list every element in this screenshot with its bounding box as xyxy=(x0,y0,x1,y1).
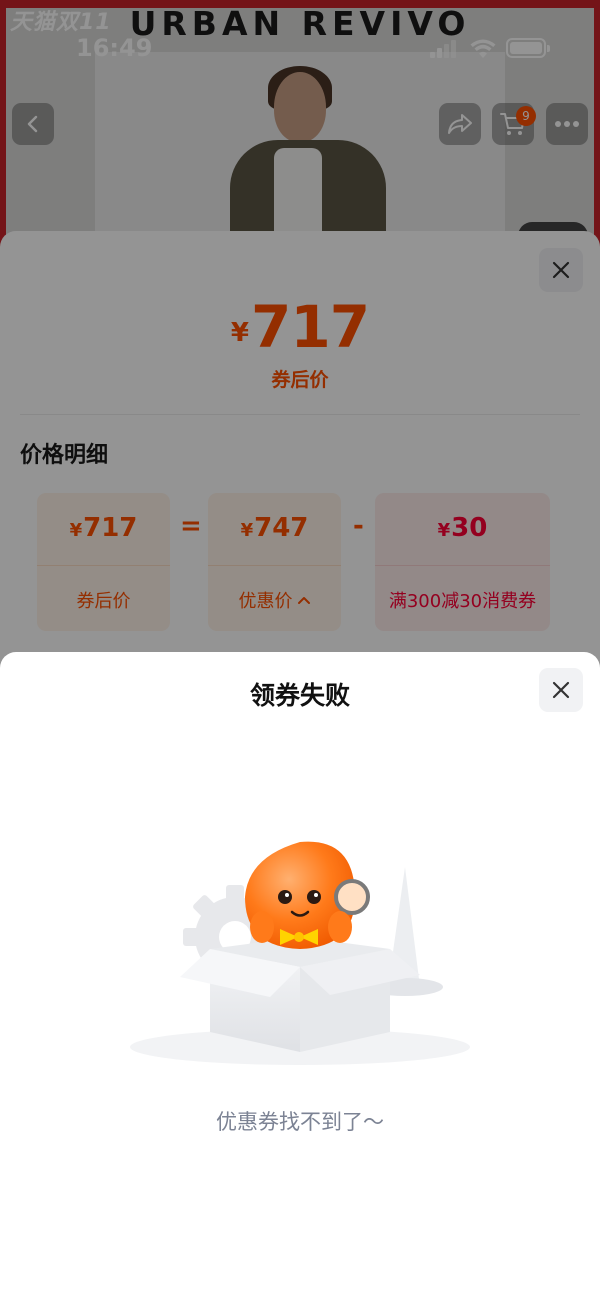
empty-state-illustration xyxy=(130,841,470,1065)
close-button[interactable] xyxy=(539,668,583,712)
close-icon xyxy=(552,681,570,699)
mascot-icon xyxy=(245,841,370,949)
coupon-fail-sheet: 领券失败 优惠券找不到了～ xyxy=(0,652,600,1304)
sheet-title: 领券失败 xyxy=(249,681,350,710)
empty-state-message: 优惠券找不到了～ xyxy=(216,1110,384,1134)
screen: URBAN REVIVO 天猫双11 16:49 9 ¥717 券后价 价格明细… xyxy=(0,0,600,1304)
